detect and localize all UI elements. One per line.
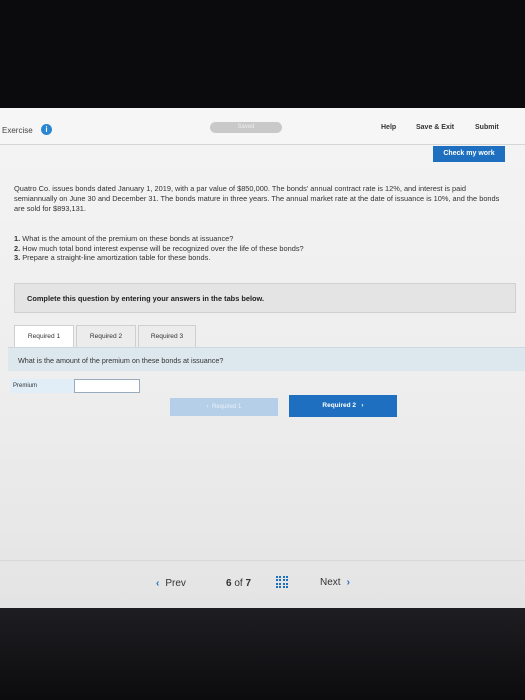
footer-divider [0,560,525,561]
premium-input[interactable] [74,379,140,393]
assignment-screen: Exercise i Saved Help Save & Exit Submit… [0,108,525,608]
current-page: 6 [226,578,232,589]
top-bar: Exercise i Saved Help Save & Exit Submit [0,108,525,145]
prev-button[interactable]: ‹ Prev [156,578,186,589]
question-number: 2. [14,243,21,253]
question-number: 3. [14,253,21,262]
saved-status-badge: Saved [210,122,282,133]
question-text: How much total bond interest expense wil… [22,243,304,253]
question-text: What is the amount of the premium on the… [22,234,234,243]
next-required-label: Required 2 [322,402,356,409]
next-label: Next [320,577,341,588]
instruction-box: Complete this question by entering your … [14,283,516,313]
instruction-text: Complete this question by entering your … [27,294,265,303]
question-list: 1. What is the amount of the premium on … [14,234,509,263]
previous-required-label: Required 1 [211,404,242,410]
help-link[interactable]: Help [381,124,396,131]
next-required-button[interactable]: Required 2 › [289,395,397,417]
save-exit-link[interactable]: Save & Exit [416,124,454,131]
tab-required-2[interactable]: Required 2 [76,325,136,349]
chevron-right-icon: › [346,577,350,588]
chevron-left-icon: ‹ [156,578,160,589]
tab-required-3[interactable]: Required 3 [138,325,196,349]
next-button[interactable]: Next › [320,577,350,588]
previous-required-button[interactable]: ‹ Required 1 [170,398,278,416]
question-item: 1. What is the amount of the premium on … [14,234,509,244]
question-item: 3. Prepare a straight-line amortization … [14,253,509,263]
question-number: 1. [14,234,21,243]
problem-statement: Quatro Co. issues bonds dated January 1,… [14,184,500,213]
exercise-label: Exercise [2,126,33,135]
tab-required-1[interactable]: Required 1 [14,325,74,349]
page-of-label: of [234,578,243,589]
required-question-bar: What is the amount of the premium on the… [8,347,525,371]
submit-link[interactable]: Submit [475,124,499,131]
page-indicator: 6 of 7 [226,578,251,589]
info-icon[interactable]: i [41,124,52,135]
total-pages: 7 [245,578,252,589]
required-question-text: What is the amount of the premium on the… [18,356,224,365]
question-text: Prepare a straight-line amortization tab… [22,253,211,262]
prev-label: Prev [165,578,186,589]
premium-label: Premium [10,379,74,393]
grid-icon[interactable] [276,576,288,588]
check-my-work-button[interactable]: Check my work [433,146,505,162]
question-item: 2. How much total bond interest expense … [14,244,509,254]
screen-bezel [0,608,525,700]
